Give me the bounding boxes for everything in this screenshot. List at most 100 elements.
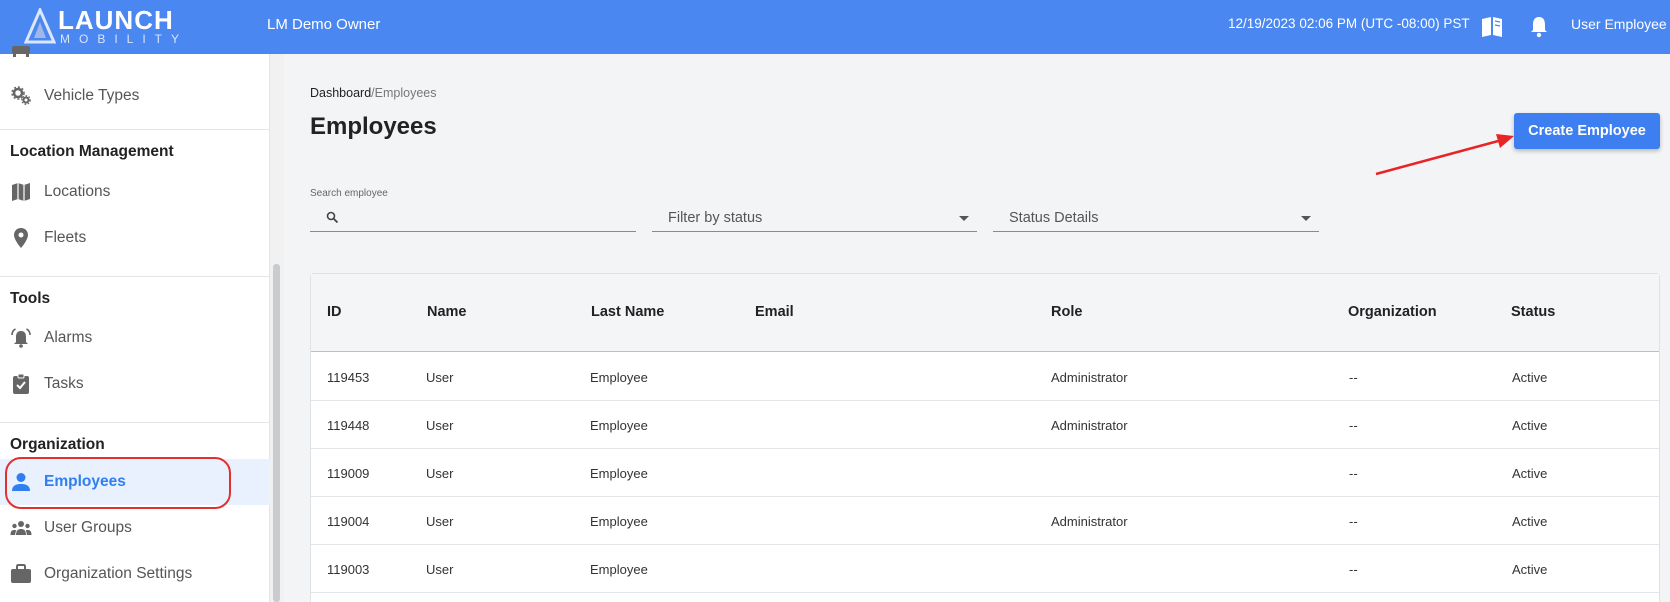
cell-name: User — [426, 466, 454, 481]
alarm-bell-icon — [11, 328, 31, 348]
sidebar-item-organization-settings[interactable]: Organization Settings — [0, 552, 270, 596]
cell-name: User — [426, 370, 454, 385]
cell-name: User — [426, 514, 454, 529]
cell-role: Administrator — [1051, 514, 1128, 529]
sidebar-item-label: Alarms — [44, 329, 93, 346]
organization-name[interactable]: LM Demo Owner — [267, 16, 380, 33]
table-row[interactable]: 119004 User Employee Administrator -- Ac… — [311, 497, 1659, 545]
column-header-last-name[interactable]: Last Name — [591, 304, 664, 320]
column-header-name[interactable]: Name — [427, 304, 467, 320]
chevron-down-icon — [959, 216, 969, 221]
divider — [0, 276, 270, 277]
cell-last-name: Employee — [590, 514, 648, 529]
sidebar-item-label: Fleets — [44, 229, 87, 246]
sidebar-item-tasks[interactable]: Tasks — [0, 362, 270, 406]
section-title-organization: Organization — [10, 436, 105, 453]
sidebar-item-label: Employees — [44, 473, 126, 490]
column-header-role[interactable]: Role — [1051, 304, 1082, 320]
cell-id: 119004 — [327, 514, 370, 529]
create-employee-button[interactable]: Create Employee — [1514, 113, 1660, 149]
briefcase-icon — [11, 564, 31, 583]
cell-last-name: Employee — [590, 418, 648, 433]
vehicle-icon — [12, 46, 30, 57]
table-header: ID Name Last Name Email Role Organizatio… — [311, 274, 1659, 352]
sidebar-item-label: User Groups — [44, 519, 132, 536]
sidebar-item-label: Organization Settings — [44, 565, 193, 582]
cell-role: Administrator — [1051, 418, 1128, 433]
status-details-select[interactable]: Status Details — [993, 202, 1319, 232]
cell-last-name: Employee — [590, 562, 648, 577]
top-bar: LAUNCH MOBILITY LM Demo Owner 12/19/2023… — [0, 0, 1670, 54]
divider — [0, 129, 270, 130]
column-header-id[interactable]: ID — [327, 304, 342, 320]
sidebar-item-fleets[interactable]: Fleets — [0, 216, 270, 260]
sidebar-item-user-groups[interactable]: User Groups — [0, 506, 270, 550]
cell-organization: -- — [1349, 562, 1358, 577]
cell-status: Active — [1512, 562, 1548, 577]
sidebar-item-label: Locations — [44, 183, 111, 200]
search-icon — [326, 211, 339, 224]
table-row[interactable]: 119453 User Employee Administrator -- Ac… — [311, 353, 1659, 401]
user-menu[interactable]: User Employee — [1571, 16, 1667, 32]
table-row[interactable]: 119448 User Employee Administrator -- Ac… — [311, 401, 1659, 449]
cell-id: 119003 — [327, 562, 370, 577]
cell-last-name: Employee — [590, 466, 648, 481]
column-header-organization[interactable]: Organization — [1348, 304, 1437, 320]
clipboard-check-icon — [13, 373, 29, 394]
logo-subtext: MOBILITY — [60, 32, 189, 46]
breadcrumb-dashboard-link[interactable]: Dashboard — [310, 86, 371, 100]
cell-status: Active — [1512, 418, 1548, 433]
page-title: Employees — [310, 113, 437, 140]
cell-organization: -- — [1349, 466, 1358, 481]
cell-status: Active — [1512, 466, 1548, 481]
search-label: Search employee — [310, 188, 388, 199]
sidebar-item-locations[interactable]: Locations — [0, 170, 270, 214]
table-row[interactable]: 119009 User Employee -- Active — [311, 449, 1659, 497]
column-header-status[interactable]: Status — [1511, 304, 1555, 320]
cell-id: 119448 — [327, 418, 370, 433]
sidebar-item-label: Tasks — [44, 375, 84, 392]
gears-icon — [11, 86, 31, 105]
cell-organization: -- — [1349, 418, 1358, 433]
current-datetime: 12/19/2023 02:06 PM (UTC -08:00) PST — [1228, 16, 1470, 31]
section-title-tools: Tools — [10, 290, 51, 307]
cell-role: Administrator — [1051, 370, 1128, 385]
cell-name: User — [426, 562, 454, 577]
sidebar-item-alarms[interactable]: Alarms — [0, 316, 270, 360]
section-title-location-management: Location Management — [10, 143, 174, 160]
cell-status: Active — [1512, 514, 1548, 529]
launch-mobility-logo[interactable]: LAUNCH MOBILITY — [24, 5, 179, 48]
logo-text: LAUNCH — [58, 5, 174, 35]
sidebar-item-label: Vehicle Types — [44, 87, 140, 104]
sidebar-scrollbar-thumb[interactable] — [273, 264, 280, 602]
divider — [0, 422, 270, 423]
cell-id: 119453 — [327, 370, 370, 385]
logo-triangle-icon — [24, 8, 56, 44]
status-details-value: Status Details — [1009, 210, 1099, 226]
sidebar: Vehicle Types Location Management Locati… — [0, 46, 270, 602]
cell-id: 119009 — [327, 466, 370, 481]
table-row[interactable]: 119003 User Employee -- Active — [311, 545, 1659, 593]
sidebar-item-employees[interactable]: Employees — [0, 459, 270, 505]
search-input[interactable] — [346, 206, 632, 228]
map-icon — [12, 183, 30, 201]
column-header-email[interactable]: Email — [755, 304, 794, 320]
cell-organization: -- — [1349, 370, 1358, 385]
breadcrumb-current: Employees — [374, 86, 437, 100]
sidebar-item-vehicle-types[interactable]: Vehicle Types — [0, 74, 270, 118]
cell-status: Active — [1512, 370, 1548, 385]
cell-last-name: Employee — [590, 370, 648, 385]
bell-icon[interactable] — [1526, 13, 1552, 39]
book-icon[interactable] — [1479, 13, 1505, 39]
search-employee-field[interactable]: Search employee — [310, 186, 636, 232]
filter-status-value: Filter by status — [668, 210, 763, 226]
users-icon — [10, 521, 32, 535]
cell-name: User — [426, 418, 454, 433]
filter-by-status-select[interactable]: Filter by status — [652, 202, 977, 232]
breadcrumb: Dashboard/Employees — [310, 86, 436, 100]
chevron-down-icon — [1301, 216, 1311, 221]
person-icon — [12, 473, 30, 491]
employees-table: ID Name Last Name Email Role Organizatio… — [310, 273, 1660, 602]
cell-organization: -- — [1349, 514, 1358, 529]
annotation-arrow — [1375, 134, 1514, 176]
